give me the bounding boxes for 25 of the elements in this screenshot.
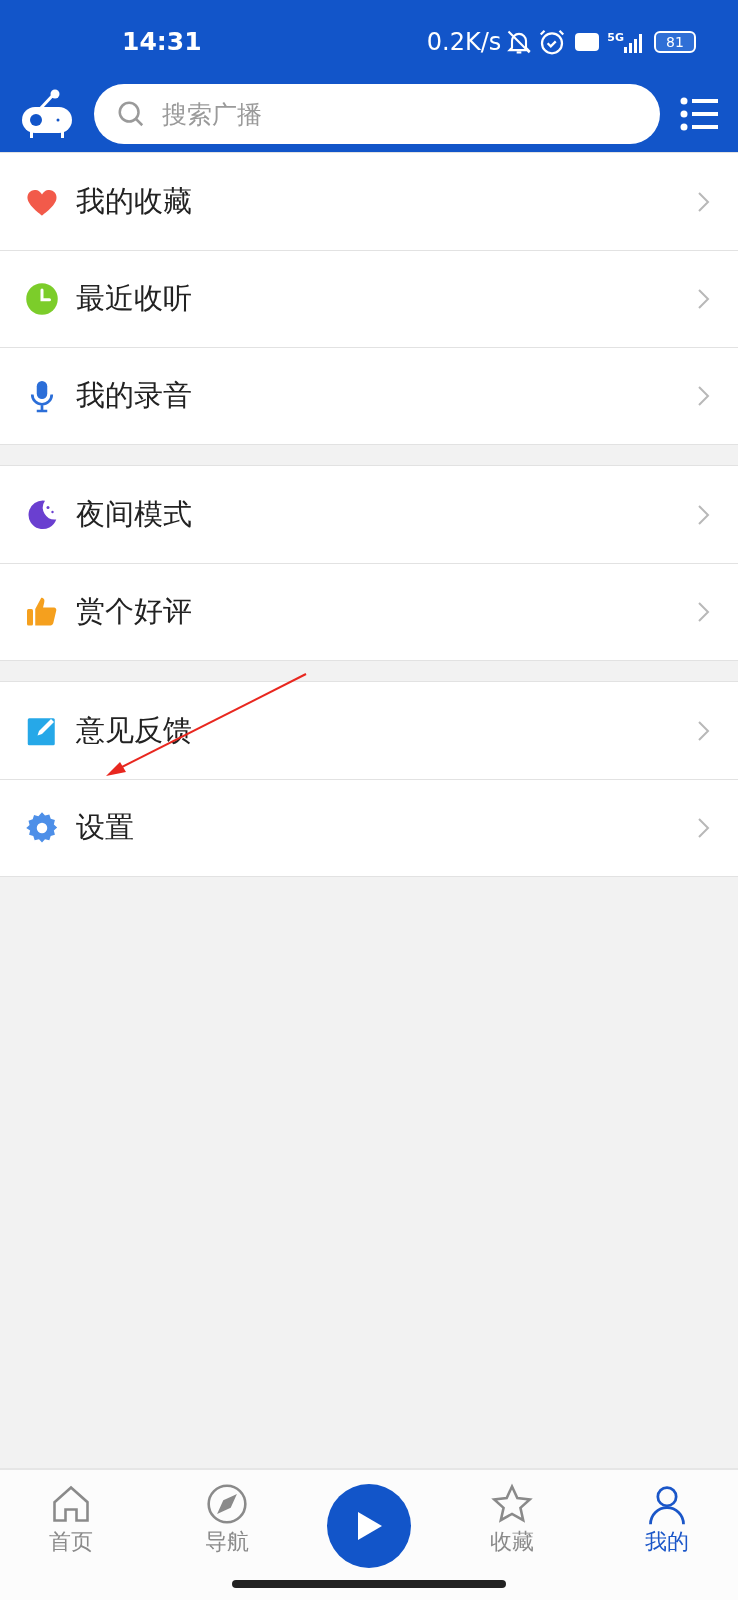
status-time: 14:31: [122, 26, 202, 59]
chevron-right-icon: [696, 816, 710, 840]
menu-item[interactable]: 夜间模式: [0, 466, 738, 563]
chevron-right-icon: [696, 600, 710, 624]
menu-item[interactable]: 我的收藏: [0, 153, 738, 250]
chevron-right-icon: [696, 384, 710, 408]
chevron-right-icon: [696, 502, 710, 527]
network-speed: 0.2K/s: [426, 27, 502, 58]
search-field[interactable]: 搜索广播: [94, 84, 660, 144]
radio-icon: [20, 89, 74, 139]
menu-item[interactable]: 我的录音: [0, 347, 738, 444]
compass-icon: [204, 1482, 249, 1526]
network-type: 5G: [607, 32, 624, 43]
menu-icon: [680, 97, 718, 131]
menu-item[interactable]: 意见反馈: [0, 682, 738, 779]
battery-indicator: 81: [654, 31, 696, 53]
clock-icon: [24, 281, 60, 317]
menu-item[interactable]: 设置: [0, 779, 738, 876]
chevron-right-icon: [696, 189, 710, 214]
search-icon: [116, 99, 146, 129]
nav-tab[interactable]: 我的: [612, 1482, 722, 1556]
menu-item[interactable]: 赏个好评: [0, 563, 738, 660]
chevron-right-icon: [696, 287, 710, 311]
menu-item[interactable]: 最近收听: [0, 250, 738, 347]
chevron-right-icon: [696, 718, 710, 743]
